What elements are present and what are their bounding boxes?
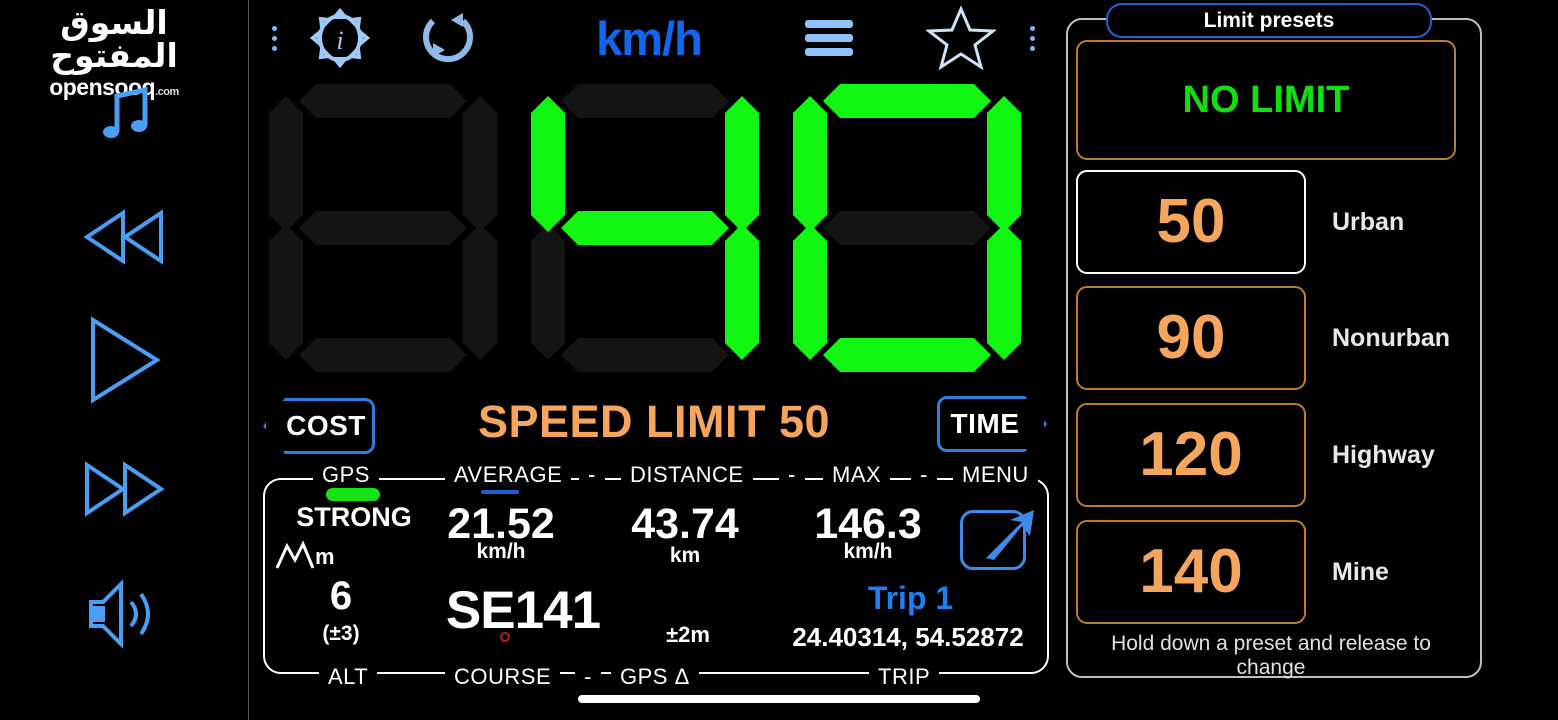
preset-140-button[interactable]: 140 xyxy=(1076,520,1306,624)
preset-no-limit-button[interactable]: NO LIMIT xyxy=(1076,40,1456,160)
gps-signal-bar xyxy=(326,488,380,501)
menu-exit-arrow-icon[interactable] xyxy=(960,500,1038,570)
speedometer-main-panel: i km/h COST SPEED LIMIT 50 TIME GPS AVER… xyxy=(249,0,1059,720)
sevenseg-digit-1 xyxy=(269,84,497,372)
average-underline xyxy=(481,490,519,494)
volume-icon[interactable] xyxy=(0,579,248,653)
gps-delta-value: ±2m xyxy=(666,622,710,647)
degree-marker-icon xyxy=(500,632,510,642)
preset-row-highway: 120 Highway xyxy=(1076,403,1435,507)
distance-value: 43.74 xyxy=(631,500,739,548)
trip-footer: TRIP xyxy=(869,664,940,690)
preset-row-mine: 140 Mine xyxy=(1076,520,1389,624)
course-value: SE141 xyxy=(445,581,601,640)
sep-1: - xyxy=(579,462,605,488)
distance-header: DISTANCE xyxy=(621,462,753,488)
play-icon[interactable] xyxy=(0,315,248,410)
preset-120-button[interactable]: 120 xyxy=(1076,403,1306,507)
sevenseg-digit-3 xyxy=(793,84,1021,372)
limit-presets-panel: Limit presets NO LIMIT 50 Urban 90 Nonur… xyxy=(1060,0,1558,720)
sep-2: - xyxy=(779,462,805,488)
trip-info-panel: GPS AVERAGE - DISTANCE - MAX - MENU ALT … xyxy=(263,462,1049,690)
music-note-icon[interactable] xyxy=(0,82,248,149)
speed-limit-banner: SPEED LIMIT 50 xyxy=(477,396,831,447)
preset-row-nonurban: 90 Nonurban xyxy=(1076,286,1450,390)
sep-3: - xyxy=(911,462,937,488)
altitude-value: 6 xyxy=(329,574,353,618)
cost-label: COST xyxy=(286,410,366,441)
overflow-dots-right-icon[interactable] xyxy=(1021,0,1043,76)
max-header: MAX xyxy=(823,462,891,488)
time-label: TIME xyxy=(950,408,1020,439)
presets-title-badge: Limit presets xyxy=(1106,3,1432,38)
mountain-icon xyxy=(275,540,315,575)
gps-status-label: STRONG xyxy=(296,502,412,532)
left-media-rail: السوق المفتوح opensooq.com xyxy=(0,0,248,720)
preset-90-button[interactable]: 90 xyxy=(1076,286,1306,390)
preset-120-value: 120 xyxy=(1139,420,1243,489)
time-button[interactable]: TIME xyxy=(937,396,1047,452)
unit-label[interactable]: km/h xyxy=(559,0,739,76)
altitude-unit: m xyxy=(315,544,335,569)
watermark-arabic: السوق المفتوح xyxy=(50,3,178,75)
alt-footer: ALT xyxy=(319,664,378,690)
fast-forward-icon[interactable] xyxy=(0,460,248,523)
trip-coords: 24.40314, 54.52872 xyxy=(792,622,1024,652)
distance-unit: km xyxy=(669,544,701,567)
average-header: AVERAGE xyxy=(445,462,572,488)
sep-4: - xyxy=(575,664,601,690)
menu-header: MENU xyxy=(953,462,1038,488)
preset-140-label: Mine xyxy=(1332,557,1389,586)
preset-90-label: Nonurban xyxy=(1332,323,1451,352)
opensooq-watermark: السوق المفتوح opensooq.com xyxy=(14,3,214,100)
altitude-accuracy: (±3) xyxy=(322,622,360,645)
reset-refresh-icon[interactable] xyxy=(409,0,487,76)
preset-row-urban: 50 Urban xyxy=(1076,170,1404,274)
sevenseg-digit-2 xyxy=(531,84,759,372)
info-gear-icon[interactable]: i xyxy=(301,0,379,76)
average-unit: km/h xyxy=(476,540,526,563)
speed-sevenseg-display xyxy=(269,84,1039,374)
gps-header: GPS xyxy=(313,462,379,488)
overflow-dots-left-icon[interactable] xyxy=(263,0,285,76)
trip-name[interactable]: Trip 1 xyxy=(783,580,1038,617)
preset-50-value: 50 xyxy=(1156,187,1226,256)
presets-hint-text: Hold down a preset and release to change xyxy=(1111,632,1431,680)
svg-text:i: i xyxy=(336,26,343,55)
preset-50-button[interactable]: 50 xyxy=(1076,170,1306,274)
preset-90-value: 90 xyxy=(1156,303,1226,372)
app-toolbar: i km/h xyxy=(249,0,1059,76)
home-indicator[interactable] xyxy=(578,695,980,703)
cost-button[interactable]: COST xyxy=(263,398,375,454)
preset-140-value: 140 xyxy=(1139,537,1243,606)
max-unit: km/h xyxy=(843,540,893,563)
hamburger-menu-icon[interactable] xyxy=(794,0,864,76)
star-favorite-icon[interactable] xyxy=(919,0,1003,76)
presets-title-label: Limit presets xyxy=(1203,8,1335,32)
preset-120-label: Highway xyxy=(1332,440,1435,469)
course-footer: COURSE xyxy=(445,664,561,690)
rewind-icon[interactable] xyxy=(0,208,248,271)
preset-50-label: Urban xyxy=(1332,207,1405,236)
gps-delta-footer: GPS Δ xyxy=(611,664,699,690)
preset-no-limit-label: NO LIMIT xyxy=(1182,78,1350,121)
